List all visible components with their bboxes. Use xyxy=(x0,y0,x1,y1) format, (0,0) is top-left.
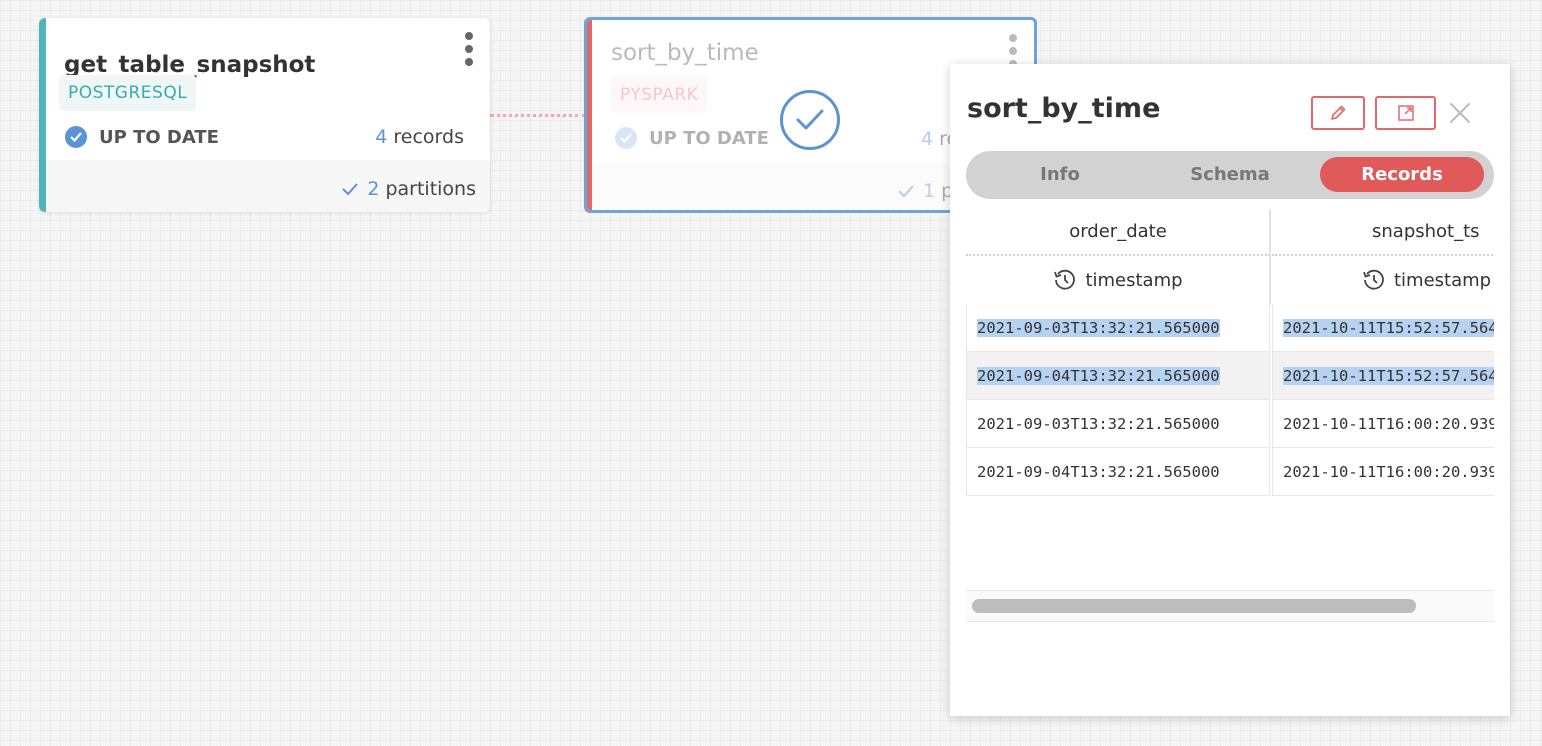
node-status: UP TO DATE xyxy=(65,126,219,148)
node-get-table-snapshot[interactable]: get_table_snapshot POSTGRESQL UP TO DATE… xyxy=(39,18,490,212)
table-cell[interactable]: 2021-10-11T16:00:20.939 xyxy=(1272,400,1494,448)
check-circle-icon xyxy=(65,126,87,148)
node-detail-panel: sort_by_time Info Schema Records order_d… xyxy=(950,64,1510,716)
tab-records[interactable]: Records xyxy=(1320,157,1484,192)
column-type: timestamp xyxy=(966,256,1270,304)
tab-schema[interactable]: Schema xyxy=(1144,157,1316,192)
panel-title: sort_by_time xyxy=(967,93,1161,124)
table-cell[interactable]: 2021-09-03T13:32:21.565000 xyxy=(966,304,1270,352)
node-partitions: 2 partitions xyxy=(341,178,476,200)
edit-button[interactable] xyxy=(1311,96,1365,130)
node-records-count: 4 records xyxy=(375,126,464,148)
records-table: order_date timestamp 2021-09-03T13:32:21… xyxy=(966,209,1494,619)
node-footer: 2 partitions xyxy=(46,160,490,212)
clock-history-icon xyxy=(1363,269,1384,290)
scrollbar-thumb[interactable] xyxy=(972,599,1416,613)
panel-tabs: Info Schema Records xyxy=(966,151,1494,199)
tab-info[interactable]: Info xyxy=(974,157,1146,192)
node-accent-bar xyxy=(39,18,46,212)
external-link-icon xyxy=(1397,105,1414,121)
table-column: order_date timestamp 2021-09-03T13:32:21… xyxy=(966,209,1270,496)
open-notebook-button[interactable] xyxy=(1375,96,1436,130)
selected-check-icon xyxy=(780,90,840,150)
horizontal-scrollbar[interactable] xyxy=(966,590,1494,622)
close-icon[interactable] xyxy=(1448,101,1472,125)
node-menu-icon[interactable] xyxy=(1008,34,1018,68)
node-partitions: 1 p xyxy=(897,180,953,202)
table-cell[interactable]: 2021-10-11T15:52:57.564 xyxy=(1272,304,1494,352)
column-type: timestamp xyxy=(1272,256,1494,304)
node-status-label: UP TO DATE xyxy=(649,127,769,149)
column-divider[interactable] xyxy=(1269,209,1271,305)
node-type-tag: PYSPARK xyxy=(611,77,708,113)
check-icon xyxy=(898,185,914,198)
table-cell[interactable]: 2021-10-11T15:52:57.564 xyxy=(1272,352,1494,400)
table-cell[interactable]: 2021-10-11T16:00:20.939 xyxy=(1272,448,1494,496)
pencil-icon xyxy=(1331,105,1346,120)
table-column: snapshot_ts timestamp 2021-10-11T15:52:5… xyxy=(1272,209,1494,496)
table-cell[interactable]: 2021-09-04T13:32:21.565000 xyxy=(966,448,1270,496)
node-title: sort_by_time xyxy=(611,40,759,66)
node-type-tag: POSTGRESQL xyxy=(59,75,197,111)
node-menu-icon[interactable] xyxy=(464,32,474,66)
table-cell[interactable]: 2021-09-04T13:32:21.565000 xyxy=(966,352,1270,400)
column-header: snapshot_ts xyxy=(1272,209,1494,256)
column-header: order_date xyxy=(966,209,1270,256)
table-cell[interactable]: 2021-09-03T13:32:21.565000 xyxy=(966,400,1270,448)
check-icon xyxy=(342,183,359,196)
clock-history-icon xyxy=(1054,269,1076,290)
check-circle-icon xyxy=(615,127,637,149)
node-status: UP TO DATE xyxy=(615,127,769,149)
node-connection-edge xyxy=(490,114,586,117)
node-status-label: UP TO DATE xyxy=(99,126,219,148)
